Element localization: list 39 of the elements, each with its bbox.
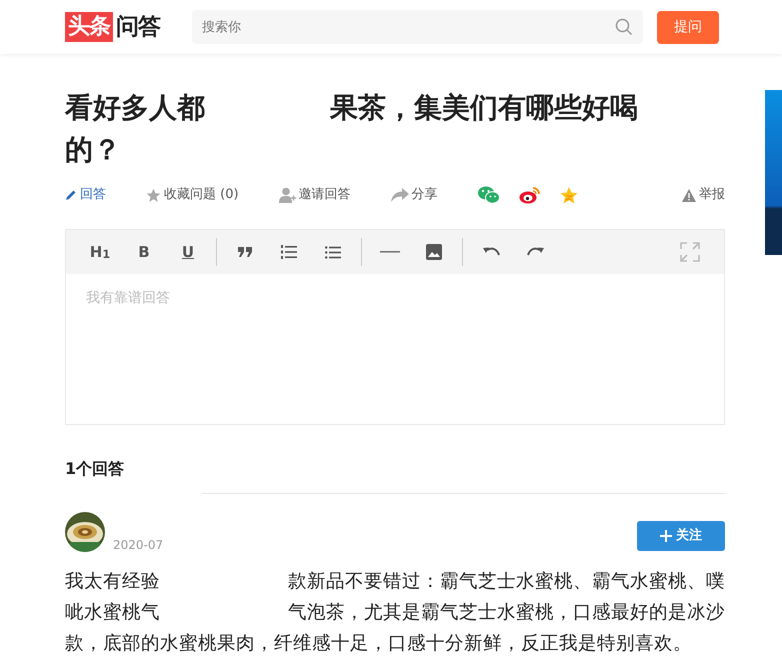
search-icon[interactable]	[615, 18, 633, 36]
fullscreen-icon	[680, 242, 700, 262]
editor-placeholder: 我有靠谱回答	[85, 289, 171, 308]
eye-logo-share-icon[interactable]	[518, 186, 541, 204]
chat-bubbles-share-icon[interactable]	[478, 186, 500, 204]
horizontal-rule-icon	[380, 251, 400, 253]
action-link[interactable]: 收藏问题 (0)	[146, 185, 239, 205]
answer-text: 气泡茶，尤其是霸气芝士水蜜桃，口感最好的是冰沙	[288, 601, 725, 625]
follow-button[interactable]: 关注	[637, 521, 725, 551]
bullet-list-icon	[325, 246, 341, 258]
question-title: 看好多人都 果茶，集美们有哪些好喝的？	[65, 90, 639, 168]
search-field[interactable]: 搜索你	[192, 10, 643, 44]
answer-text: 款，底部的水蜜桃果肉，纤维感十足，口感十分新鲜，反正我是特别喜欢。	[65, 632, 692, 656]
share-icon	[390, 188, 409, 202]
side-tab[interactable]	[765, 90, 782, 255]
action-link[interactable]: 邀请回答	[278, 185, 351, 205]
warning-icon	[682, 188, 696, 202]
bold-button[interactable]: B	[122, 237, 166, 267]
star-share-icon[interactable]	[560, 186, 578, 204]
pencil-icon	[65, 189, 77, 201]
answer-count: 1个回答	[65, 458, 126, 480]
report-link[interactable]: 举报	[682, 185, 725, 205]
action-link[interactable]: 回答	[65, 185, 106, 205]
image-icon	[426, 244, 442, 260]
redo-icon	[526, 247, 544, 257]
quote-icon	[238, 247, 252, 257]
plus-icon	[660, 530, 672, 542]
undo-icon	[482, 247, 500, 257]
numbered-list-icon	[281, 245, 297, 259]
answer-text: 款新品不要错过：霸气芝士水蜜桃、霸气水蜜桃、噗	[288, 570, 725, 594]
heading-button[interactable]: H$_{1}$	[78, 237, 122, 267]
answer-date: 2020-07	[113, 537, 164, 554]
underline-button[interactable]: U	[166, 237, 210, 267]
answer-editor[interactable]: H$_{1}$ B U 我有靠谱回答	[65, 229, 725, 425]
star-icon	[146, 188, 161, 202]
action-link[interactable]: 分享	[390, 185, 438, 205]
person-plus-icon	[278, 187, 296, 203]
answer-text: 呲水蜜桃气	[65, 601, 160, 625]
answer-text: 我太有经验	[65, 570, 160, 594]
